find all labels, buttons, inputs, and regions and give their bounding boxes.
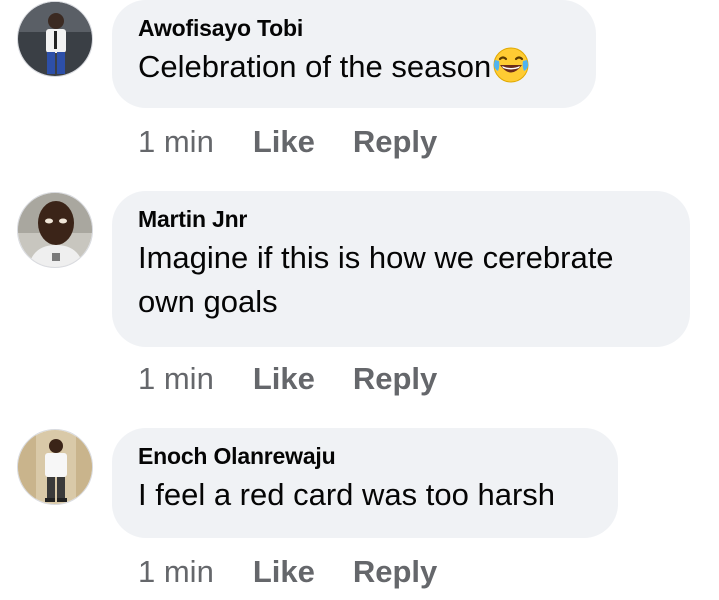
comment-bubble: Martin Jnr Imagine if this is how we cer… bbox=[112, 191, 690, 347]
like-button[interactable]: Like bbox=[253, 554, 315, 590]
comment-text: Celebration of the season bbox=[138, 45, 570, 89]
comment-timestamp: 1 min bbox=[138, 554, 214, 589]
comment-text-content: Celebration of the season bbox=[138, 49, 492, 84]
reply-button[interactable]: Reply bbox=[353, 361, 437, 397]
comment-bubble: Awofisayo Tobi Celebration of the season bbox=[112, 0, 596, 108]
like-button[interactable]: Like bbox=[253, 124, 315, 160]
comment-timestamp: 1 min bbox=[138, 361, 214, 396]
avatar-photo-icon bbox=[18, 2, 92, 76]
comment-author[interactable]: Awofisayo Tobi bbox=[138, 14, 570, 42]
avatar[interactable] bbox=[17, 192, 93, 268]
avatar-photo-icon bbox=[18, 430, 92, 504]
comment-text: Imagine if this is how we cerebrate own … bbox=[138, 240, 614, 319]
comment-timestamp: 1 min bbox=[138, 124, 214, 159]
laughing-tears-emoji-icon bbox=[492, 46, 530, 84]
comment-actions: 1 min Like Reply bbox=[138, 554, 437, 590]
reply-button[interactable]: Reply bbox=[353, 554, 437, 590]
reply-button[interactable]: Reply bbox=[353, 124, 437, 160]
comment-actions: 1 min Like Reply bbox=[138, 124, 437, 160]
comment-text: I feel a red card was too harsh bbox=[138, 477, 556, 512]
comment-bubble: Enoch Olanrewaju I feel a red card was t… bbox=[112, 428, 618, 538]
comment-author[interactable]: Martin Jnr bbox=[138, 205, 664, 233]
comment-actions: 1 min Like Reply bbox=[138, 361, 437, 397]
avatar[interactable] bbox=[17, 429, 93, 505]
like-button[interactable]: Like bbox=[253, 361, 315, 397]
comment-author[interactable]: Enoch Olanrewaju bbox=[138, 442, 592, 470]
avatar[interactable] bbox=[17, 1, 93, 77]
avatar-photo-icon bbox=[18, 193, 92, 267]
